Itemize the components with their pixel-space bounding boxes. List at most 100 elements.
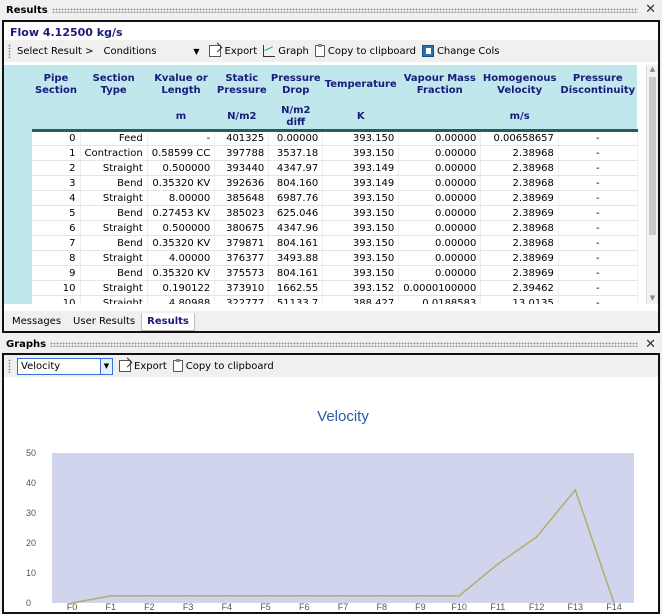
table-cell[interactable]: 393.150 [322, 265, 400, 281]
table-cell[interactable]: 388.427 [322, 295, 400, 304]
table-cell[interactable]: 393.150 [322, 130, 400, 146]
column-header[interactable]: Section Type [80, 65, 148, 105]
graph-button[interactable]: Graph [263, 45, 309, 57]
table-cell[interactable]: 0.00000 [398, 190, 482, 206]
chevron-down-icon[interactable]: ▼ [100, 358, 112, 374]
column-header[interactable]: Pressure Drop [268, 65, 323, 105]
table-cell[interactable]: 625.046 [268, 205, 324, 221]
table-cell[interactable]: 393.150 [322, 190, 400, 206]
table-cell[interactable]: 3 [32, 175, 81, 191]
table-cell[interactable]: 2.38968 [480, 175, 559, 191]
column-header[interactable]: Kvalue or Length [147, 65, 215, 105]
column-header[interactable]: Homogenous Velocity [480, 65, 559, 105]
table-cell[interactable]: Straight [80, 190, 148, 206]
table-cell[interactable]: Bend [80, 235, 148, 251]
table-cell[interactable]: 4.80988 [147, 295, 216, 304]
table-cell[interactable]: 379871 [214, 235, 270, 251]
table-cell[interactable]: 0.190122 [147, 280, 216, 296]
table-cell[interactable]: 4347.97 [268, 160, 324, 176]
close-icon[interactable]: ✕ [645, 3, 656, 16]
table-cell[interactable]: 401325 [214, 130, 270, 146]
close-icon[interactable]: ✕ [645, 338, 656, 351]
select-result-dropdown[interactable]: Conditions ▼ [99, 42, 203, 60]
table-cell[interactable]: 2.38968 [480, 235, 559, 251]
table-cell[interactable]: 2.38969 [480, 265, 559, 281]
table-cell[interactable]: 2.38969 [480, 190, 559, 206]
table-row[interactable]: 10 Straight 4.80988 322777 51133.7 388.427 0.0… [32, 295, 638, 304]
table-cell[interactable]: 393.150 [322, 145, 400, 161]
table-row[interactable]: 0 Feed -401325 0.00000 393.150 0.00000 0.00658… [32, 130, 638, 146]
table-cell[interactable]: 0.0000100000 [398, 280, 482, 296]
table-cell[interactable]: 2.39462 [480, 280, 559, 296]
table-cell[interactable]: 0.00000 [398, 250, 482, 266]
table-cell[interactable]: Straight [80, 280, 148, 296]
panel-grip-dots[interactable] [51, 7, 638, 13]
table-cell[interactable]: 385023 [214, 205, 270, 221]
table-row[interactable]: 8 Straight 4.00000 376377 3493.88 393.150 0.00… [32, 250, 638, 266]
table-cell[interactable]: 2.38969 [480, 205, 559, 221]
table-cell[interactable]: Bend [80, 205, 148, 221]
table-cell[interactable]: 0.35320 KV [147, 175, 216, 191]
table-row[interactable]: 7 Bend 0.35320 KV 379871 804.161 393.150 0.000… [32, 235, 638, 251]
table-cell[interactable]: 393.149 [322, 160, 400, 176]
column-header[interactable]: Pressure Discontinuity [558, 65, 638, 105]
column-header[interactable]: Static Pressure [214, 65, 269, 105]
table-cell[interactable]: Straight [80, 295, 148, 304]
table-cell[interactable]: Straight [80, 250, 148, 266]
table-cell[interactable]: 0.35320 KV [147, 265, 216, 281]
table-cell[interactable]: 0.35320 KV [147, 235, 216, 251]
table-cell[interactable]: - [558, 130, 638, 146]
table-cell[interactable]: 10 [32, 295, 81, 304]
table-cell[interactable]: 6987.76 [268, 190, 324, 206]
table-cell[interactable]: 0.00000 [398, 175, 482, 191]
table-cell[interactable]: 393.149 [322, 175, 400, 191]
table-cell[interactable]: 5 [32, 205, 81, 221]
copy-to-clipboard-button[interactable]: Copy to clipboard [314, 44, 416, 57]
table-cell[interactable]: 8.00000 [147, 190, 216, 206]
table-cell[interactable]: - [558, 220, 638, 236]
table-cell[interactable]: - [558, 250, 638, 266]
table-cell[interactable]: - [558, 190, 638, 206]
table-cell[interactable]: - [558, 145, 638, 161]
graph-export-button[interactable]: Export [119, 360, 167, 372]
table-cell[interactable]: - [558, 265, 638, 281]
table-cell[interactable]: 0.0188583 [398, 295, 482, 304]
table-cell[interactable]: Contraction [80, 145, 148, 161]
table-cell[interactable]: 3493.88 [268, 250, 324, 266]
table-cell[interactable]: 0.00000 [398, 130, 482, 146]
table-row[interactable]: 9 Bend 0.35320 KV 375573 804.161 393.150 0.000… [32, 265, 638, 281]
table-cell[interactable]: 0.00000 [398, 265, 482, 281]
table-row[interactable]: 2 Straight 0.500000 393440 4347.97 393.149 0.0… [32, 160, 638, 176]
table-cell[interactable]: 9 [32, 265, 81, 281]
table-cell[interactable]: Bend [80, 265, 148, 281]
table-cell[interactable]: - [558, 175, 638, 191]
table-cell[interactable]: 2.38968 [480, 160, 559, 176]
table-row[interactable]: 3 Bend 0.35320 KV 392636 804.160 393.149 0.000… [32, 175, 638, 191]
table-cell[interactable]: 376377 [214, 250, 270, 266]
table-cell[interactable]: 0.00000 [398, 235, 482, 251]
table-cell[interactable]: 0.500000 [147, 220, 216, 236]
table-cell[interactable]: 0 [32, 130, 81, 146]
table-cell[interactable]: Straight [80, 220, 148, 236]
table-cell[interactable]: 6 [32, 220, 81, 236]
table-cell[interactable]: Straight [80, 160, 148, 176]
table-cell[interactable]: 392636 [214, 175, 270, 191]
toolbar-grip[interactable] [8, 44, 11, 58]
table-cell[interactable]: - [558, 235, 638, 251]
vertical-scrollbar[interactable]: ▲ ▼ [646, 65, 658, 304]
table-cell[interactable]: - [558, 280, 638, 296]
table-cell[interactable]: 0.00000 [398, 145, 482, 161]
table-cell[interactable]: 0.00000 [398, 205, 482, 221]
table-cell[interactable]: 51133.7 [268, 295, 324, 304]
tab-user-results[interactable]: User Results [67, 312, 141, 331]
table-cell[interactable]: 0.58599 CC [147, 145, 216, 161]
table-cell[interactable]: 7 [32, 235, 81, 251]
table-cell[interactable]: 0.27453 KV [147, 205, 216, 221]
table-cell[interactable]: Feed [80, 130, 148, 146]
table-cell[interactable]: 2 [32, 160, 81, 176]
table-cell[interactable]: 385648 [214, 190, 270, 206]
table-cell[interactable]: 10 [32, 280, 81, 296]
table-cell[interactable]: 0.00000 [398, 160, 482, 176]
table-cell[interactable]: 380675 [214, 220, 270, 236]
table-cell[interactable]: 0.500000 [147, 160, 216, 176]
